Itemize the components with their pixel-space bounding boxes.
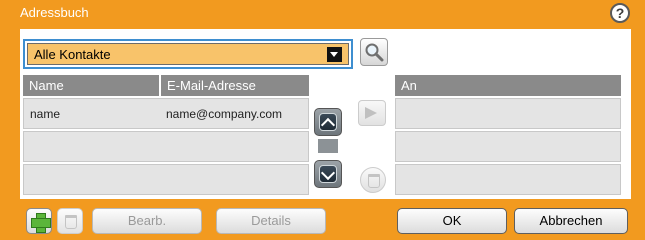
edit-button[interactable]: Bearb. (92, 208, 202, 234)
chevron-up-icon (319, 113, 337, 131)
trash-icon (65, 215, 77, 229)
table-row[interactable] (23, 164, 309, 195)
scrollbar-thumb[interactable] (318, 139, 338, 153)
recipient-row[interactable] (395, 98, 621, 129)
ok-button[interactable]: OK (397, 208, 507, 234)
add-to-recipients-button[interactable] (358, 100, 386, 126)
chevron-down-icon[interactable] (327, 47, 342, 62)
contacts-dropdown-value: Alle Kontakte (34, 47, 111, 62)
chevron-down-icon (319, 165, 337, 183)
table-row[interactable] (23, 131, 309, 162)
help-icon[interactable]: ? (610, 3, 630, 23)
contacts-dropdown[interactable]: Alle Kontakte (23, 39, 353, 69)
scroll-up-button[interactable] (314, 108, 342, 136)
table-row[interactable]: name name@company.com (23, 98, 309, 129)
recipient-row[interactable] (395, 164, 621, 195)
column-header-name[interactable]: Name (23, 75, 159, 96)
contact-name: name (30, 107, 61, 121)
trash-icon (368, 174, 380, 188)
column-header-email[interactable]: E-Mail-Adresse (161, 75, 309, 96)
recipient-row[interactable] (395, 131, 621, 162)
contacts-dropdown-field[interactable]: Alle Kontakte (27, 43, 349, 65)
search-icon (365, 43, 384, 62)
recipients-header: An (395, 75, 621, 96)
window-title: Adressbuch (20, 5, 89, 20)
contact-email: name@company.com (166, 107, 283, 121)
details-button[interactable]: Details (216, 208, 326, 234)
scroll-down-button[interactable] (314, 160, 342, 188)
cancel-button[interactable]: Abbrechen (514, 208, 628, 234)
add-contact-button[interactable] (26, 208, 52, 234)
delete-contact-button[interactable] (57, 208, 83, 234)
title-bar: Adressbuch ? (0, 0, 645, 24)
remove-recipient-button[interactable] (360, 167, 386, 193)
search-button[interactable] (360, 38, 388, 66)
